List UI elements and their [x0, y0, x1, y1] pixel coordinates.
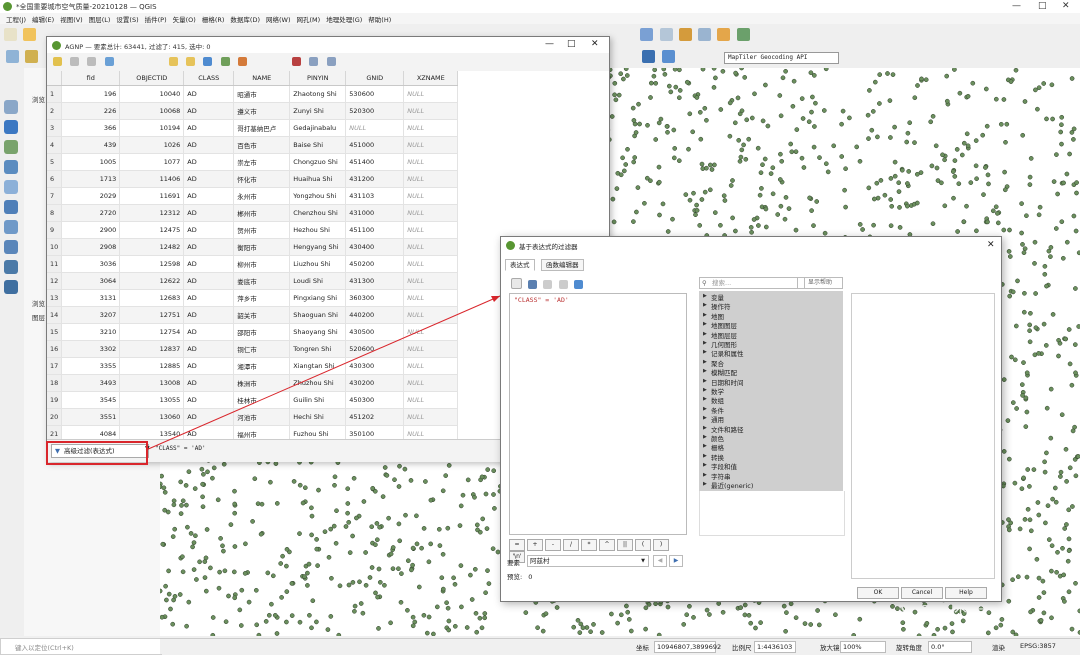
preview-label: 预览:	[507, 573, 523, 581]
close-icon[interactable]: ✕	[987, 240, 995, 250]
operator-button[interactable]: /	[563, 539, 579, 551]
function-search-input[interactable]: ⚲ 搜索...	[699, 277, 805, 289]
preview-text: 预览: 0	[507, 571, 532, 581]
function-list: ▶ 变量 ▶ 操作符 ▶ 地图 ▶ 地图图层 ▶ 地图层层 ▶ 几何图形 ▶ 记录和属性 ▶ 聚合 ▶ 模糊匹配 ▶…	[699, 291, 843, 491]
show-help-button[interactable]: 显示帮助	[797, 277, 843, 289]
help-button[interactable]: Help	[945, 587, 987, 599]
expand-arrow-icon[interactable]: ▶	[703, 331, 707, 337]
next-feature-button[interactable]: ▶	[669, 555, 683, 567]
expression-toolbar	[509, 277, 599, 302]
import-icon[interactable]	[573, 280, 583, 289]
tab-function-editor[interactable]: 函数编辑器	[541, 259, 584, 271]
search-placeholder: 搜索...	[712, 279, 732, 287]
expression-text: "CLASS" = 'AD'	[514, 296, 569, 304]
expand-arrow-icon[interactable]: ▶	[703, 302, 707, 308]
save-icon[interactable]	[528, 280, 538, 289]
feature-label: 要素	[507, 559, 520, 567]
expand-arrow-icon[interactable]: ▶	[703, 481, 707, 487]
dialog-titlebar: 基于表达式的过滤器 ✕	[501, 237, 1001, 253]
expand-arrow-icon[interactable]: ▶	[703, 312, 707, 318]
expand-arrow-icon[interactable]: ▶	[703, 396, 707, 402]
previous-feature-button[interactable]: ◀	[653, 555, 667, 567]
expand-arrow-icon[interactable]: ▶	[703, 378, 707, 384]
expand-arrow-icon[interactable]: ▶	[703, 462, 707, 468]
ok-button[interactable]: OK	[857, 587, 899, 599]
operator-bar: = + - / * ^ ||()'\n'	[509, 539, 685, 563]
expand-arrow-icon[interactable]: ▶	[703, 453, 707, 459]
operator-button[interactable]: *	[581, 539, 597, 551]
tab-expression[interactable]: 表达式	[505, 259, 535, 271]
expand-arrow-icon[interactable]: ▶	[703, 359, 707, 365]
help-panel	[851, 293, 995, 579]
chevron-down-icon: ▼	[641, 558, 645, 564]
expand-arrow-icon[interactable]: ▶	[703, 415, 707, 421]
function-list-empty	[699, 491, 845, 536]
feature-value: 阿兹村	[530, 557, 550, 565]
expand-arrow-icon[interactable]: ▶	[703, 434, 707, 440]
operator-button[interactable]: =	[509, 539, 525, 551]
cancel-button[interactable]: Cancel	[901, 587, 943, 599]
expand-arrow-icon[interactable]: ▶	[703, 472, 707, 478]
search-icon: ⚲	[702, 279, 707, 287]
edit-icon[interactable]	[543, 280, 553, 289]
expand-arrow-icon[interactable]: ▶	[703, 293, 707, 299]
expand-arrow-icon[interactable]: ▶	[703, 340, 707, 346]
operator-button[interactable]: ||	[617, 539, 633, 551]
operator-button[interactable]: )	[653, 539, 669, 551]
feature-select[interactable]: 阿兹村 ▼	[527, 555, 649, 567]
expand-arrow-icon[interactable]: ▶	[703, 368, 707, 374]
expand-arrow-icon[interactable]: ▶	[703, 443, 707, 449]
preview-value: 0	[528, 573, 533, 581]
delete-icon[interactable]	[558, 280, 568, 289]
expand-arrow-icon[interactable]: ▶	[703, 425, 707, 431]
qgis-logo-icon	[506, 241, 515, 250]
expression-filter-dialog: 基于表达式的过滤器 ✕ 表达式 函数编辑器 "CLASS" = 'AD' = + -…	[500, 236, 1002, 602]
function-group-item[interactable]: 最近(generic)	[711, 480, 753, 490]
new-file-icon[interactable]	[511, 278, 522, 289]
operator-button[interactable]: ^	[599, 539, 615, 551]
operator-button[interactable]: (	[635, 539, 651, 551]
expand-arrow-icon[interactable]: ▶	[703, 387, 707, 393]
dialog-title: 基于表达式的过滤器	[519, 243, 578, 251]
expression-editor[interactable]: "CLASS" = 'AD'	[509, 293, 687, 535]
expand-arrow-icon[interactable]: ▶	[703, 321, 707, 327]
operator-button[interactable]: -	[545, 539, 561, 551]
expand-arrow-icon[interactable]: ▶	[703, 349, 707, 355]
expand-arrow-icon[interactable]: ▶	[703, 406, 707, 412]
operator-button[interactable]: +	[527, 539, 543, 551]
